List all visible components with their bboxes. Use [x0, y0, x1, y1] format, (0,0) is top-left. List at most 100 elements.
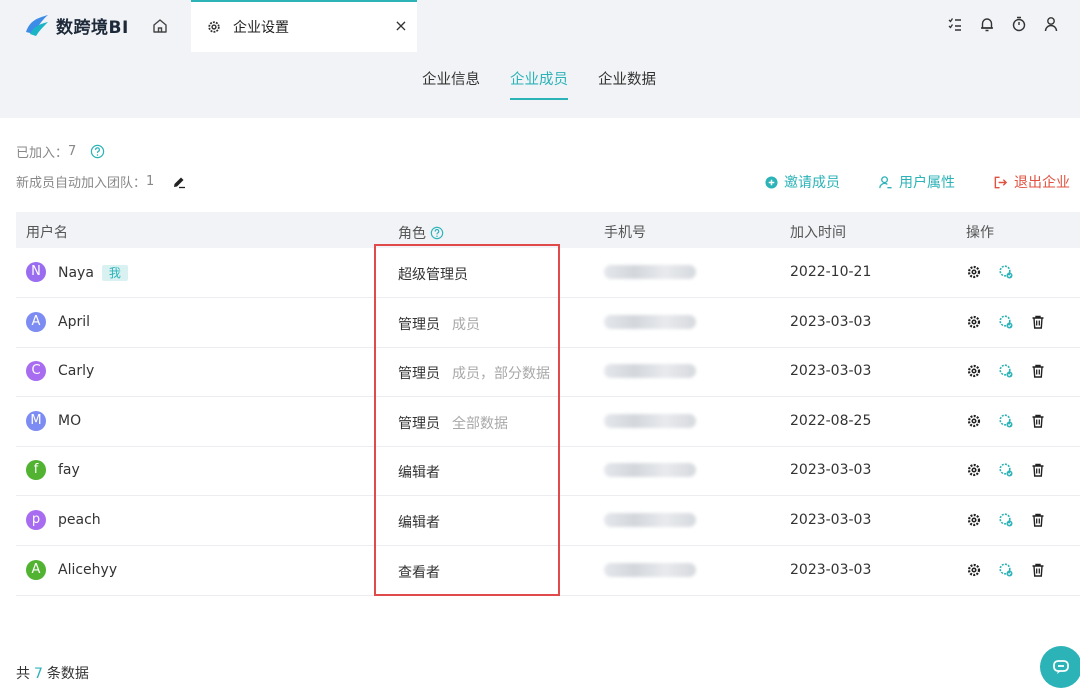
join-date: 2023-03-03 — [790, 512, 871, 528]
edit-icon[interactable] — [172, 175, 186, 189]
tab-enterprise-info[interactable]: 企业信息 — [422, 68, 480, 100]
auto-join-value: 1 — [146, 174, 154, 189]
invite-member-button[interactable]: 邀请成员 — [765, 172, 840, 192]
permission-icon[interactable] — [998, 512, 1014, 528]
username-cell: A April — [26, 312, 90, 332]
avatar: A — [26, 312, 46, 332]
table-row: p peach 编辑者 2023-03-03 — [16, 496, 1080, 546]
settings-icon[interactable] — [966, 512, 982, 528]
user-icon[interactable] — [1042, 15, 1060, 33]
role-cell[interactable]: 管理员 成员 — [398, 314, 480, 334]
close-icon[interactable]: × — [393, 18, 409, 34]
user-attributes-button[interactable]: 用户属性 — [878, 172, 955, 192]
tab-enterprise-settings[interactable]: 企业设置 × — [191, 0, 417, 52]
row-actions — [966, 462, 1046, 478]
role-permissions: 全部数据 — [452, 413, 508, 433]
list-icon[interactable] — [946, 15, 964, 33]
total-prefix: 共 — [16, 666, 30, 682]
bell-icon[interactable] — [978, 15, 996, 33]
permission-icon[interactable] — [998, 462, 1014, 478]
username: MO — [58, 413, 81, 429]
delete-icon[interactable] — [1030, 562, 1046, 578]
chat-support-button[interactable] — [1040, 646, 1080, 688]
tab-enterprise-members[interactable]: 企业成员 — [510, 68, 568, 100]
settings-icon[interactable] — [966, 562, 982, 578]
permission-icon[interactable] — [998, 363, 1014, 379]
settings-icon[interactable] — [966, 264, 982, 280]
delete-icon[interactable] — [1030, 512, 1046, 528]
row-actions — [966, 562, 1046, 578]
top-toolbar — [946, 15, 1060, 33]
avatar: C — [26, 361, 46, 381]
avatar: p — [26, 510, 46, 530]
table-row: M MO 管理员 全部数据 2022-08-25 — [16, 397, 1080, 447]
role-cell[interactable]: 编辑者 — [398, 462, 452, 482]
gear-icon — [207, 20, 221, 34]
phone-blurred — [604, 513, 696, 527]
role-cell[interactable]: 管理员 成员，部分数据 — [398, 363, 550, 383]
app-logo[interactable]: 数跨境BI — [24, 12, 129, 38]
username: Naya我 — [58, 264, 128, 281]
phone-blurred — [604, 563, 696, 577]
phone-blurred — [604, 414, 696, 428]
role-permissions: 成员 — [452, 314, 480, 334]
row-actions — [966, 512, 1046, 528]
settings-icon[interactable] — [966, 363, 982, 379]
join-date: 2023-03-03 — [790, 314, 871, 330]
tab-enterprise-data[interactable]: 企业数据 — [598, 68, 656, 100]
permission-icon[interactable] — [998, 314, 1014, 330]
role-cell[interactable]: 查看者 — [398, 562, 452, 582]
avatar: A — [26, 560, 46, 580]
invite-member-label: 邀请成员 — [784, 172, 840, 192]
delete-icon[interactable] — [1030, 363, 1046, 379]
role-cell[interactable]: 管理员 全部数据 — [398, 413, 508, 433]
role-name: 超级管理员 — [398, 264, 468, 284]
role-cell[interactable]: 编辑者 — [398, 512, 452, 532]
role-help-icon[interactable] — [430, 226, 444, 240]
permission-icon[interactable] — [998, 264, 1014, 280]
member-actions: 邀请成员 用户属性 退出企业 — [765, 172, 1070, 192]
auto-join-label: 新成员自动加入团队： — [16, 172, 146, 191]
username-cell: C Carly — [26, 361, 94, 381]
help-icon[interactable] — [90, 144, 105, 159]
settings-icon[interactable] — [966, 314, 982, 330]
username: Carly — [58, 363, 94, 379]
delete-icon[interactable] — [1030, 314, 1046, 330]
join-date: 2023-03-03 — [790, 462, 871, 478]
role-cell[interactable]: 超级管理员 — [398, 264, 480, 284]
user-attributes-label: 用户属性 — [899, 172, 955, 192]
home-icon[interactable] — [151, 17, 169, 35]
table-row: A April 管理员 成员 2023-03-03 — [16, 298, 1080, 348]
header-role-label: 角色 — [398, 223, 426, 243]
join-date: 2023-03-03 — [790, 562, 871, 578]
settings-icon[interactable] — [966, 413, 982, 429]
joined-count: 已加入： 7 — [16, 142, 105, 161]
phone-blurred — [604, 315, 696, 329]
chat-icon — [1051, 657, 1071, 677]
timer-icon[interactable] — [1010, 15, 1028, 33]
delete-icon[interactable] — [1030, 413, 1046, 429]
app-title: 数跨境BI — [56, 13, 129, 38]
phone-blurred — [604, 265, 696, 279]
username-cell: M MO — [26, 411, 81, 431]
user-attr-icon — [878, 175, 893, 190]
table-row: C Carly 管理员 成员，部分数据 2023-03-03 — [16, 347, 1080, 397]
auto-join-count: 新成员自动加入团队： 1 — [16, 172, 186, 191]
joined-label: 已加入： — [16, 142, 68, 161]
permission-icon[interactable] — [998, 562, 1014, 578]
username-cell: A Alicehyy — [26, 560, 117, 580]
exit-enterprise-button[interactable]: 退出企业 — [993, 172, 1070, 192]
avatar: f — [26, 460, 46, 480]
row-actions — [966, 363, 1046, 379]
username-cell: f fay — [26, 460, 80, 480]
total-suffix: 条数据 — [47, 666, 89, 682]
username-cell: N Naya我 — [26, 262, 128, 282]
plus-circle-icon — [765, 176, 778, 189]
delete-icon[interactable] — [1030, 462, 1046, 478]
settings-icon[interactable] — [966, 462, 982, 478]
join-date: 2022-10-21 — [790, 264, 871, 280]
row-actions — [966, 413, 1046, 429]
username-cell: p peach — [26, 510, 101, 530]
header-role: 角色 — [398, 223, 444, 243]
permission-icon[interactable] — [998, 413, 1014, 429]
